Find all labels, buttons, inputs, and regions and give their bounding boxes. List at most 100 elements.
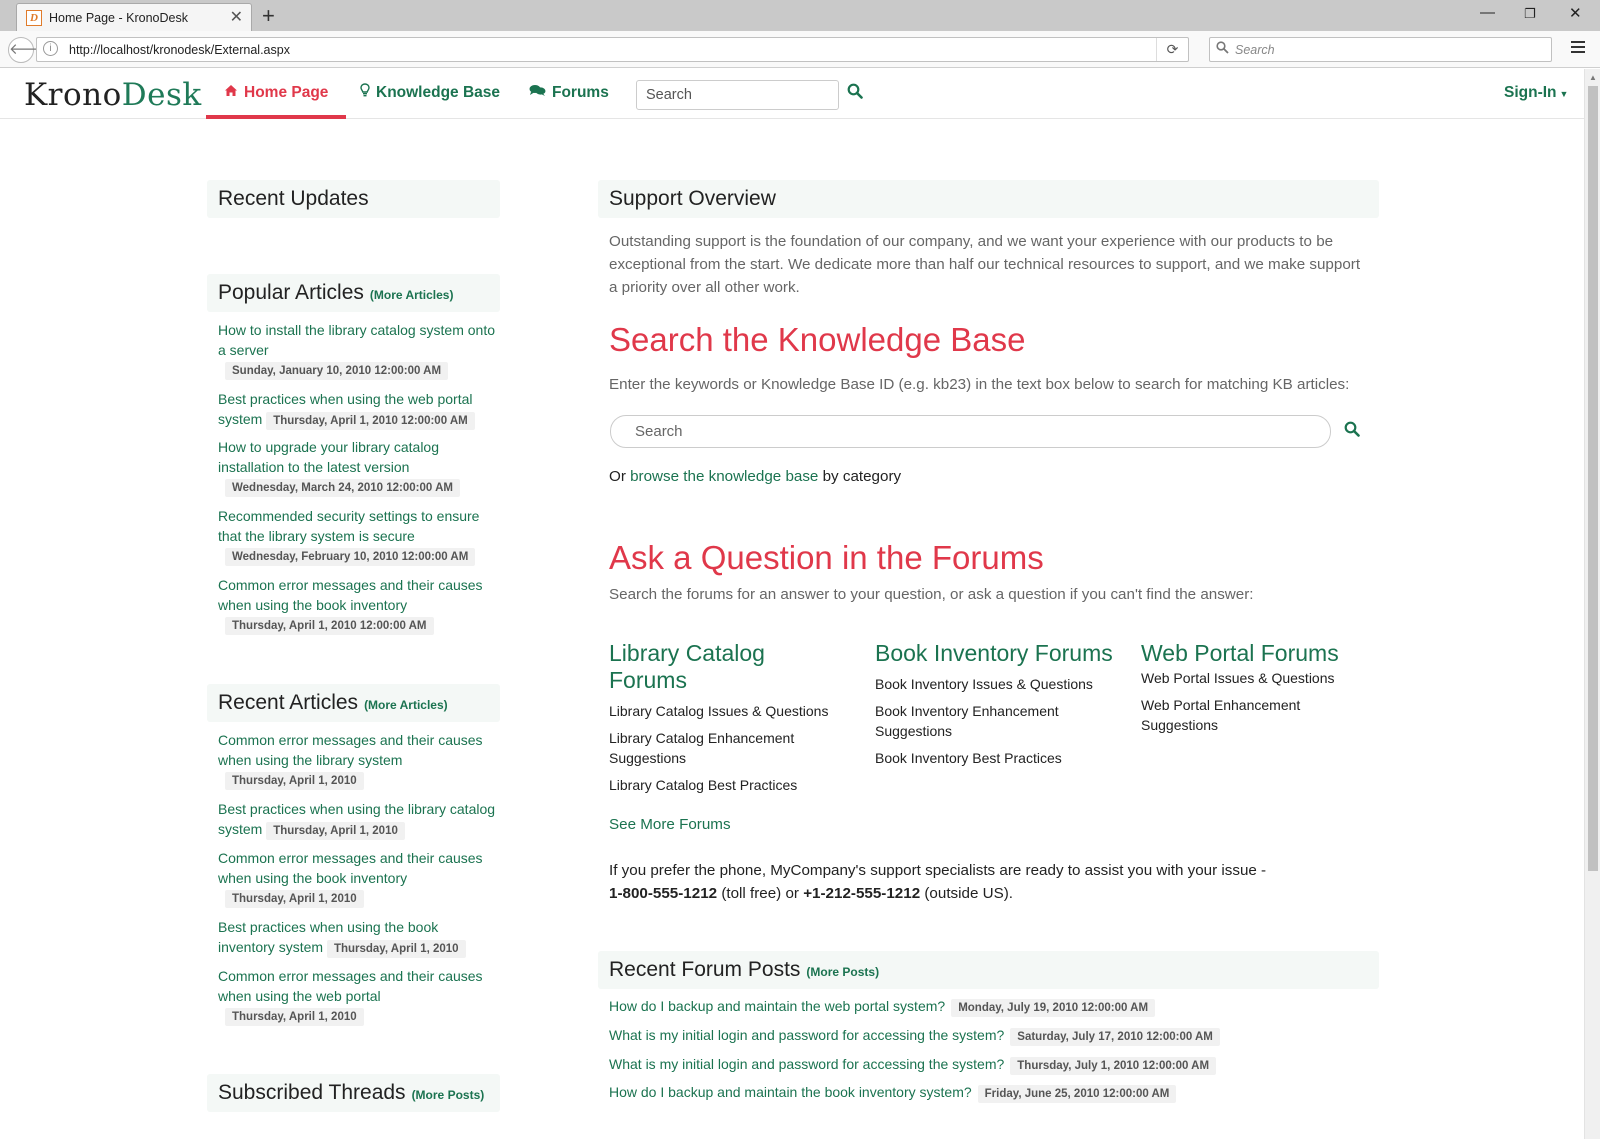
- forum-link[interactable]: Library Catalog Best Practices: [609, 775, 849, 795]
- hamburger-menu-icon[interactable]: [1569, 38, 1587, 58]
- nav-home[interactable]: Home Page: [206, 69, 347, 119]
- list-item: What is my initial login and password fo…: [609, 1054, 1217, 1075]
- kb-search-input[interactable]: Search: [610, 415, 1331, 448]
- url-bar[interactable]: i http://localhost/kronodesk/External.as…: [36, 37, 1189, 62]
- kronodesk-favicon-icon: D: [26, 10, 42, 26]
- list-item: Best practices when using the library ca…: [218, 799, 500, 840]
- forum-link[interactable]: Library Catalog Enhancement Suggestions: [609, 728, 849, 768]
- forum-link[interactable]: Web Portal Enhancement Suggestions: [1141, 695, 1321, 735]
- browse-kb-line: Or browse the knowledge base by category: [609, 468, 901, 485]
- article-link[interactable]: Best practices when using the book inven…: [218, 917, 468, 958]
- sign-in-dropdown[interactable]: Sign-In ▼: [1504, 69, 1568, 118]
- phone-tollfree-label: (toll free) or: [717, 885, 804, 902]
- recent-forum-posts-header: Recent Forum Posts (More Posts): [598, 951, 1379, 989]
- minimize-icon[interactable]: —: [1480, 4, 1495, 21]
- subscribed-threads-header: Subscribed Threads (More Posts): [207, 1074, 500, 1112]
- recent-updates-header: Recent Updates: [207, 180, 500, 218]
- list-item: How to upgrade your library catalog inst…: [218, 437, 500, 497]
- forum-link[interactable]: Web Portal Issues & Questions: [1141, 668, 1381, 688]
- kronodesk-logo[interactable]: KronoDesk: [24, 77, 202, 113]
- forum-group-book-inventory: Book Inventory Forums Book Inventory Iss…: [875, 640, 1115, 768]
- forums-heading: Ask a Question in the Forums: [609, 539, 1044, 576]
- nav-knowledge-base[interactable]: Knowledge Base: [360, 69, 500, 119]
- support-overview-text: Outstanding support is the foundation of…: [609, 233, 1361, 296]
- sign-in-label: Sign-In: [1504, 84, 1557, 101]
- list-item: What is my initial login and password fo…: [609, 1025, 1220, 1046]
- date-badge: Thursday, April 1, 2010: [326, 940, 466, 958]
- article-link[interactable]: Recommended security settings to ensure …: [218, 506, 500, 546]
- scroll-up-arrow-icon[interactable]: ▲: [1589, 73, 1597, 82]
- forum-link[interactable]: Book Inventory Enhancement Suggestions: [875, 701, 1115, 741]
- close-tab-icon[interactable]: ✕: [230, 7, 243, 27]
- support-overview-header: Support Overview: [598, 180, 1379, 218]
- forum-post-link[interactable]: How do I backup and maintain the book in…: [609, 1084, 972, 1100]
- forum-post-link[interactable]: How do I backup and maintain the web por…: [609, 998, 945, 1014]
- tab-title: Home Page - KronoDesk: [49, 11, 188, 25]
- nav-home-label: Home Page: [244, 84, 329, 101]
- info-icon[interactable]: i: [43, 41, 58, 56]
- forum-link[interactable]: Book Inventory Best Practices: [875, 748, 1115, 768]
- forum-group-library-catalog: Library Catalog Forums Library Catalog I…: [609, 640, 849, 795]
- forum-post-link[interactable]: What is my initial login and password fo…: [609, 1056, 1004, 1072]
- browser-search-bar[interactable]: Search: [1209, 37, 1552, 62]
- popular-articles-header: Popular Articles (More Articles): [207, 274, 500, 312]
- date-badge: Wednesday, March 24, 2010 12:00:00 AM: [225, 479, 460, 497]
- article-link[interactable]: How to upgrade your library catalog inst…: [218, 437, 500, 477]
- list-item: Common error messages and their causes w…: [218, 966, 500, 1026]
- date-badge: Thursday, April 1, 2010: [225, 890, 364, 908]
- new-tab-icon[interactable]: +: [262, 3, 275, 29]
- forum-link[interactable]: Library Catalog Issues & Questions: [609, 701, 849, 721]
- home-icon: [224, 69, 238, 117]
- date-badge: Thursday, April 1, 2010: [266, 822, 405, 840]
- forum-group-title[interactable]: Library Catalog Forums: [609, 640, 849, 694]
- kb-instructions: Enter the keywords or Knowledge Base ID …: [609, 376, 1350, 393]
- header-search-button[interactable]: [847, 83, 869, 105]
- kb-search-button[interactable]: [1344, 421, 1364, 441]
- popular-articles-title: Popular Articles: [218, 281, 364, 304]
- site-header: KronoDesk Home Page Knowledge Base Forum…: [0, 69, 1584, 119]
- subscribed-more-posts-link[interactable]: (More Posts): [412, 1088, 485, 1102]
- page-viewport: KronoDesk Home Page Knowledge Base Forum…: [0, 69, 1584, 1139]
- see-more-forums-link[interactable]: See More Forums: [609, 816, 731, 833]
- browser-titlebar: D Home Page - KronoDesk ✕ + — ❐ ✕: [0, 0, 1600, 31]
- article-link[interactable]: Common error messages and their causes w…: [218, 966, 500, 1006]
- list-item: Common error messages and their causes w…: [218, 575, 500, 635]
- nav-kb-label: Knowledge Base: [376, 84, 501, 101]
- date-badge: Saturday, July 17, 2010 12:00:00 AM: [1010, 1028, 1220, 1046]
- forum-post-link[interactable]: What is my initial login and password fo…: [609, 1027, 1004, 1043]
- article-link[interactable]: Common error messages and their causes w…: [218, 848, 500, 888]
- date-badge: Thursday, April 1, 2010: [225, 1008, 364, 1026]
- search-icon: [1344, 421, 1360, 437]
- article-link[interactable]: Best practices when using the library ca…: [218, 799, 500, 840]
- url-text[interactable]: http://localhost/kronodesk/External.aspx: [69, 43, 290, 57]
- browse-kb-link[interactable]: browse the knowledge base: [630, 468, 818, 485]
- phone-intl: +1-212-555-1212: [803, 885, 921, 902]
- recent-more-articles-link[interactable]: (More Articles): [364, 698, 448, 712]
- back-arrow-icon[interactable]: 🡐: [8, 37, 49, 63]
- popular-more-articles-link[interactable]: (More Articles): [370, 288, 454, 302]
- article-link[interactable]: How to install the library catalog syste…: [218, 320, 500, 360]
- date-badge: Thursday, July 1, 2010 12:00:00 AM: [1010, 1057, 1217, 1075]
- forum-group-title[interactable]: Web Portal Forums: [1141, 640, 1381, 667]
- article-link[interactable]: Common error messages and their causes w…: [218, 730, 500, 770]
- phone-tollfree: 1-800-555-1212: [609, 885, 718, 902]
- header-search-input[interactable]: Search: [636, 80, 839, 110]
- forum-link[interactable]: Book Inventory Issues & Questions: [875, 674, 1115, 694]
- article-link[interactable]: Best practices when using the web portal…: [218, 389, 478, 430]
- restore-icon[interactable]: ❐: [1524, 6, 1536, 22]
- list-item: Recommended security settings to ensure …: [218, 506, 500, 566]
- scrollbar-thumb[interactable]: [1588, 86, 1598, 871]
- forums-instructions: Search the forums for an answer to your …: [609, 586, 1254, 603]
- page-scrollbar[interactable]: ▲: [1584, 69, 1600, 1139]
- forum-group-title[interactable]: Book Inventory Forums: [875, 640, 1115, 667]
- browser-tab[interactable]: D Home Page - KronoDesk ✕: [16, 3, 252, 31]
- recent-posts-more-link[interactable]: (More Posts): [806, 965, 879, 979]
- list-item: How to install the library catalog syste…: [218, 320, 500, 380]
- nav-forums[interactable]: Forums: [529, 69, 609, 119]
- reload-icon[interactable]: ⟳: [1156, 38, 1188, 61]
- close-window-icon[interactable]: ✕: [1569, 4, 1582, 22]
- caret-down-icon: ▼: [1559, 89, 1569, 99]
- article-link[interactable]: Common error messages and their causes w…: [218, 575, 500, 615]
- search-icon: [847, 83, 863, 99]
- browser-navbar: 🡐 i http://localhost/kronodesk/External.…: [0, 31, 1600, 68]
